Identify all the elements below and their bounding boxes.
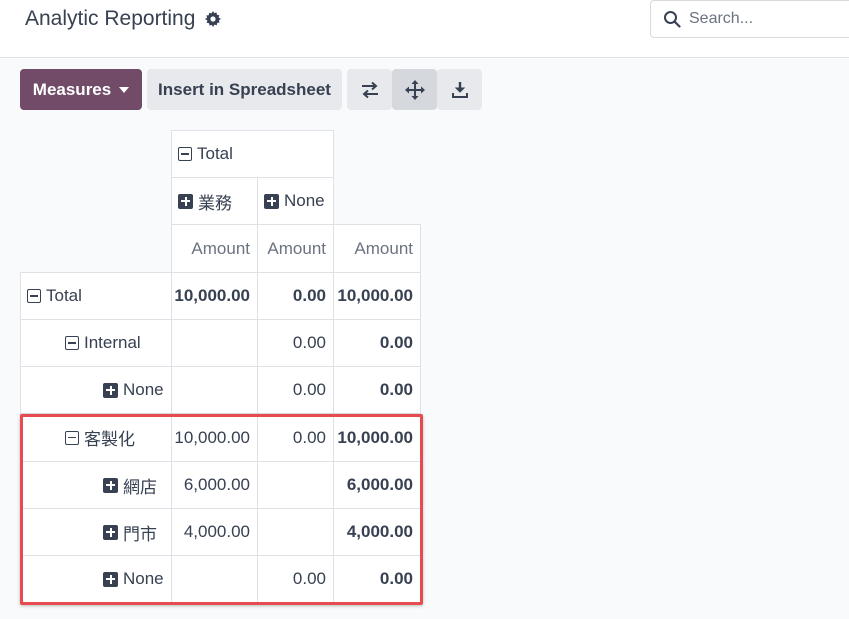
table-cell[interactable]: [171, 319, 258, 367]
table-cell[interactable]: 6,000.00: [171, 461, 258, 509]
measure-header[interactable]: Amount: [257, 224, 334, 273]
row-header-none[interactable]: None: [20, 555, 172, 603]
row-header-customization[interactable]: 客製化: [20, 413, 172, 462]
row-header-internal[interactable]: Internal: [20, 319, 172, 367]
table-cell[interactable]: [171, 555, 258, 603]
table-cell[interactable]: 0.00: [257, 413, 334, 462]
table-cell[interactable]: 0.00: [257, 319, 334, 367]
row-header-label: None: [123, 569, 164, 588]
measure-header[interactable]: Amount: [333, 224, 421, 273]
col-header-group-1[interactable]: 業務: [171, 177, 258, 225]
col-header-group-label: 業務: [198, 193, 232, 213]
col-header-group-label: None: [284, 191, 325, 210]
expand-icon: [103, 477, 118, 493]
table-cell[interactable]: 10,000.00: [333, 413, 421, 462]
table-cell[interactable]: 0.00: [257, 272, 334, 320]
table-cell[interactable]: 10,000.00: [333, 272, 421, 320]
expand-all-button[interactable]: [392, 69, 437, 110]
expand-icon: [103, 524, 118, 540]
table-cell[interactable]: 10,000.00: [171, 272, 258, 320]
expand-icon: [264, 193, 279, 209]
top-bar: Analytic Reporting: [0, 0, 849, 58]
gear-icon[interactable]: [205, 11, 222, 27]
search-icon: [664, 11, 681, 28]
table-cell[interactable]: [257, 508, 334, 556]
caret-down-icon: [119, 86, 130, 93]
table-cell[interactable]: 4,000.00: [333, 508, 421, 556]
flip-axis-button[interactable]: [347, 69, 392, 110]
row-header-label: None: [123, 380, 164, 399]
table-cell[interactable]: 0.00: [257, 555, 334, 603]
expand-icon: [178, 193, 193, 209]
flip-axis-icon: [361, 81, 378, 98]
table-cell[interactable]: 0.00: [333, 366, 421, 414]
table-cell[interactable]: 0.00: [333, 555, 421, 603]
download-button[interactable]: [437, 69, 482, 110]
table-cell[interactable]: [257, 461, 334, 509]
table-cell[interactable]: 0.00: [333, 319, 421, 367]
table-cell[interactable]: [171, 366, 258, 414]
insert-in-spreadsheet-button[interactable]: Insert in Spreadsheet: [147, 69, 342, 110]
page-title: Analytic Reporting: [25, 7, 196, 30]
table-cell[interactable]: 0.00: [257, 366, 334, 414]
expand-icon: [103, 571, 118, 587]
measures-label: Measures: [32, 79, 112, 99]
row-header-online-store[interactable]: 網店: [20, 461, 172, 509]
measure-header[interactable]: Amount: [171, 224, 258, 273]
collapse-icon: [178, 147, 192, 161]
insert-in-spreadsheet-label: Insert in Spreadsheet: [158, 79, 331, 99]
download-icon: [451, 81, 468, 98]
col-header-total-label: Total: [197, 144, 233, 163]
row-header-none[interactable]: None: [20, 366, 172, 414]
search-input[interactable]: [689, 10, 839, 28]
table-cell[interactable]: 10,000.00: [171, 413, 258, 462]
table-cell[interactable]: 4,000.00: [171, 508, 258, 556]
page-title-container: Analytic Reporting: [25, 7, 222, 31]
row-header-total[interactable]: Total: [20, 272, 172, 320]
measures-button[interactable]: Measures: [20, 69, 142, 110]
row-header-label: 門市: [123, 524, 157, 544]
expand-icon: [103, 382, 118, 398]
collapse-icon: [65, 430, 79, 445]
move-arrows-icon: [404, 79, 425, 100]
col-header-total[interactable]: Total: [171, 130, 334, 178]
table-cell[interactable]: 6,000.00: [333, 461, 421, 509]
row-header-label: Total: [46, 286, 82, 305]
row-header-store[interactable]: 門市: [20, 508, 172, 556]
row-header-label: Internal: [84, 333, 141, 352]
collapse-icon: [65, 336, 79, 350]
col-header-group-2[interactable]: None: [257, 177, 334, 225]
row-header-label: 網店: [123, 477, 157, 497]
collapse-icon: [27, 289, 41, 303]
search-box[interactable]: [650, 0, 849, 38]
row-header-label: 客製化: [84, 430, 135, 449]
